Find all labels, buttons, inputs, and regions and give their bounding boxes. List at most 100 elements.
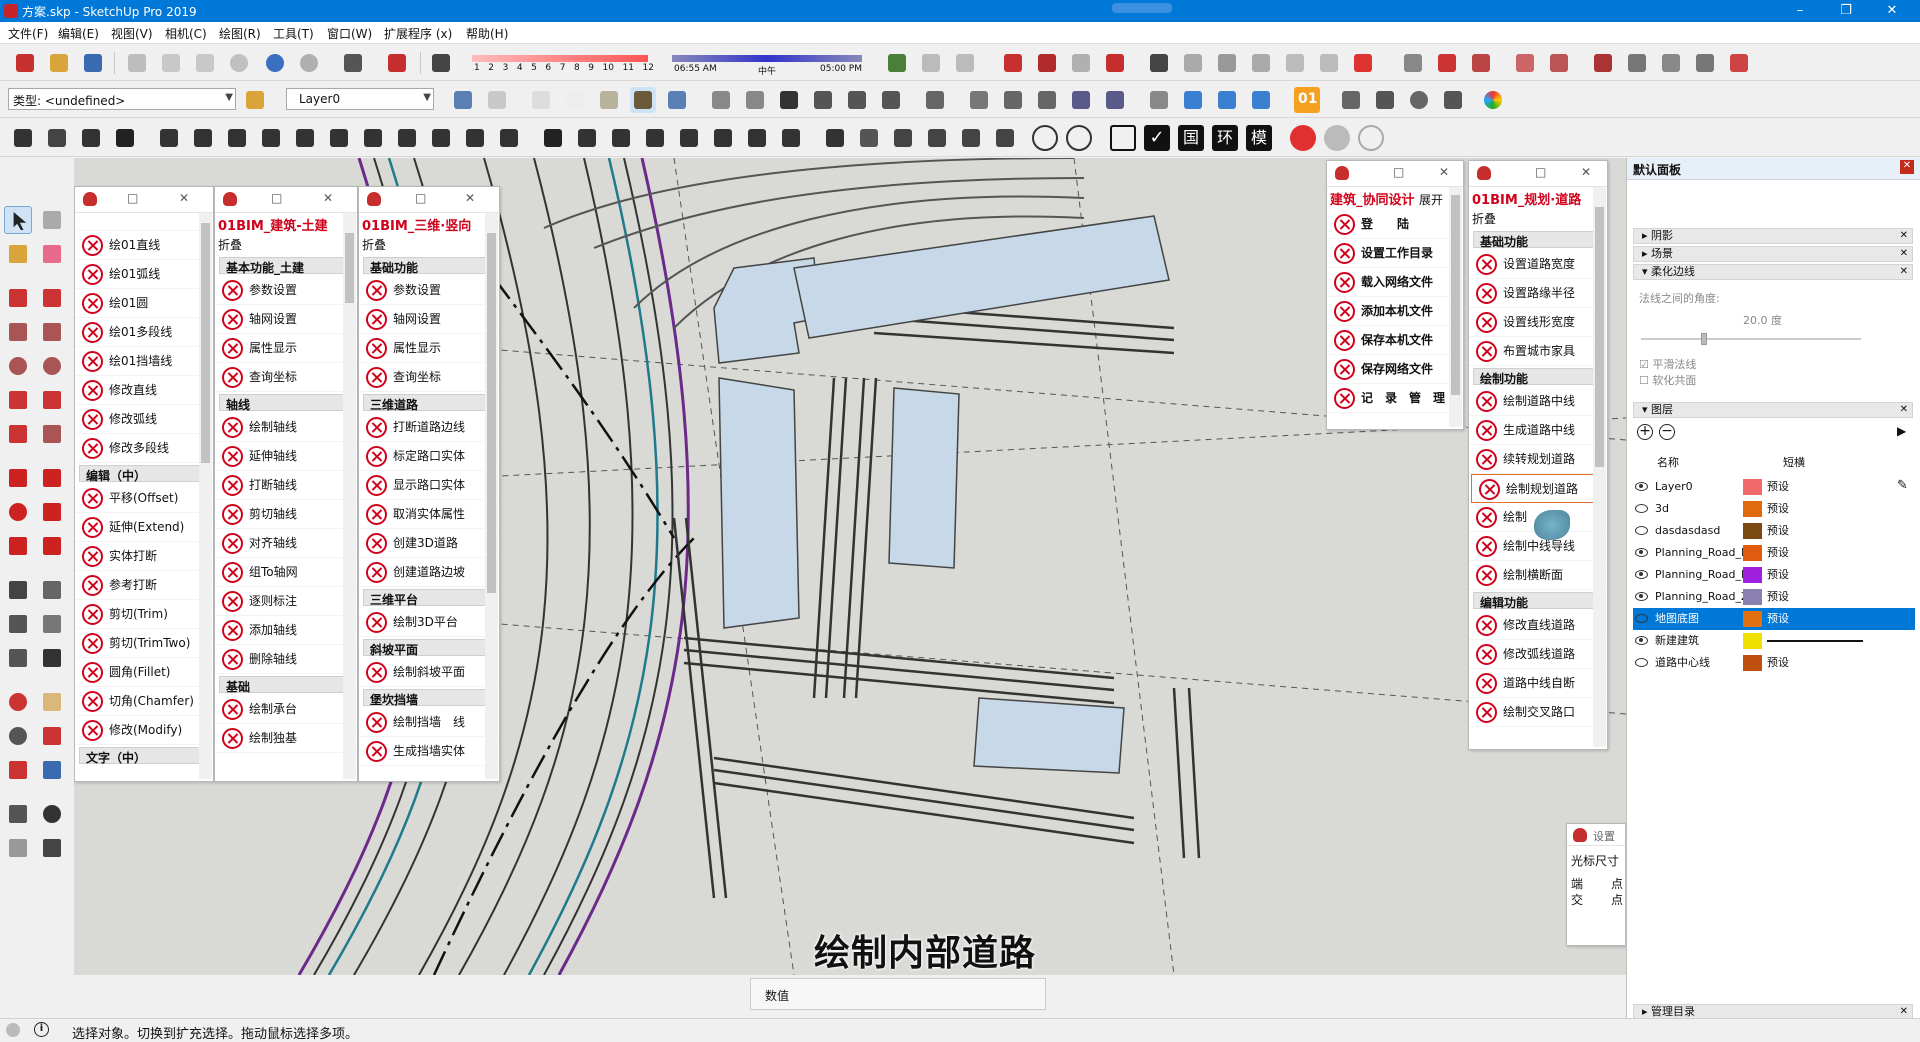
sandbox-5-icon[interactable]: [1590, 50, 1616, 76]
shaded-textures-icon[interactable]: [630, 87, 656, 113]
layer-color-swatch[interactable]: [1743, 567, 1762, 583]
section-header[interactable]: 基本功能_土建: [219, 257, 353, 275]
shadow-month-slider[interactable]: 1 2 3 4 5 6 7 8 9 10 11 12: [468, 51, 658, 77]
section-header[interactable]: 编辑功能: [1473, 592, 1603, 610]
plugin-tool-1-icon[interactable]: [10, 125, 36, 151]
layer-row[interactable]: Planning_Road_HX 预设: [1633, 542, 1915, 564]
text-button-3[interactable]: 模: [1246, 125, 1272, 151]
axes-icon[interactable]: [1146, 87, 1172, 113]
back-edges-icon[interactable]: [484, 87, 510, 113]
package-icon[interactable]: [1338, 87, 1364, 113]
fold-toggle[interactable]: 折叠: [215, 236, 357, 255]
list-item[interactable]: 剪切(Trim): [75, 600, 213, 629]
position-camera-icon[interactable]: [4, 800, 32, 828]
scrollbar[interactable]: [1449, 187, 1462, 427]
follow-me-icon[interactable]: [38, 498, 66, 526]
list-item[interactable]: 圆角(Fillet): [75, 658, 213, 687]
list-item[interactable]: 属性显示: [359, 334, 499, 363]
cloud-icon[interactable]: [1406, 87, 1432, 113]
list-item[interactable]: 剪切轴线: [215, 500, 357, 529]
list-item[interactable]: 保存本机文件: [1327, 326, 1463, 355]
camera-3-icon[interactable]: [1214, 50, 1240, 76]
list-item[interactable]: 显示路口实体: [359, 471, 499, 500]
freehand-icon[interactable]: [38, 284, 66, 312]
close-button[interactable]: ✕: [1872, 2, 1912, 20]
line-tool-icon[interactable]: [4, 284, 32, 312]
orbit-icon[interactable]: [4, 688, 32, 716]
component-icon[interactable]: [922, 87, 948, 113]
menu-tools[interactable]: 工具(T): [273, 25, 314, 42]
redo-icon[interactable]: [296, 50, 322, 76]
plugin-tool-24-icon[interactable]: [822, 125, 848, 151]
section-plane-icon[interactable]: [1180, 87, 1206, 113]
component-4-icon[interactable]: [1034, 87, 1060, 113]
measurements-box[interactable]: 数值: [750, 978, 1046, 1010]
list-item[interactable]: 绘01挡墙线: [75, 347, 213, 376]
list-item[interactable]: 取消实体属性: [359, 500, 499, 529]
plugin-tool-8-icon[interactable]: [258, 125, 284, 151]
layer-row[interactable]: 地图底图 预设: [1633, 608, 1915, 630]
scale-icon[interactable]: [4, 532, 32, 560]
plugin-tool-22-icon[interactable]: [744, 125, 770, 151]
list-item[interactable]: 轴网设置: [215, 305, 357, 334]
geo-location-icon[interactable]: [884, 50, 910, 76]
arc-icon[interactable]: [4, 386, 32, 414]
plugin-tool-4-icon[interactable]: [112, 125, 138, 151]
list-item[interactable]: 剪切(TrimTwo): [75, 629, 213, 658]
add-location-icon[interactable]: [918, 50, 944, 76]
plugin-tool-13-icon[interactable]: [428, 125, 454, 151]
hidden-line-icon[interactable]: [562, 87, 588, 113]
delete-layer-icon[interactable]: −: [1659, 424, 1675, 440]
text-tool-icon[interactable]: [38, 610, 66, 638]
layer-color-swatch[interactable]: [1743, 633, 1762, 649]
visibility-eye-icon[interactable]: [1635, 526, 1648, 535]
protractor-icon[interactable]: [4, 610, 32, 638]
geo-status-icon[interactable]: [6, 1023, 20, 1037]
layer-color-swatch[interactable]: [1743, 523, 1762, 539]
plugin-tool-28-icon[interactable]: [958, 125, 984, 151]
plugin-01-button[interactable]: 01: [1294, 87, 1320, 113]
type-combo[interactable]: 类型: <undefined> ▼: [8, 88, 236, 110]
list-item[interactable]: 延伸轴线: [215, 442, 357, 471]
layer-combo[interactable]: Layer0 ▼: [286, 88, 434, 110]
layer-color-swatch[interactable]: [1743, 655, 1762, 671]
list-item[interactable]: 参数设置: [359, 276, 499, 305]
component-3-icon[interactable]: [1000, 87, 1026, 113]
plugin-tool-3-icon[interactable]: [78, 125, 104, 151]
share-model-icon[interactable]: [1034, 50, 1060, 76]
component-2-icon[interactable]: [966, 87, 992, 113]
walk-icon[interactable]: [1400, 50, 1426, 76]
xray-style-icon[interactable]: [450, 87, 476, 113]
list-item[interactable]: 切角(Chamfer): [75, 687, 213, 716]
list-item[interactable]: 绘制承台: [215, 695, 357, 724]
menu-file[interactable]: 文件(F): [8, 25, 48, 42]
plugin-gray-circle-icon[interactable]: [1324, 125, 1350, 151]
sandbox-4-icon[interactable]: [1546, 50, 1572, 76]
eraser-icon[interactable]: [38, 240, 66, 268]
list-item[interactable]: 修改弧线: [75, 405, 213, 434]
fold-toggle[interactable]: 折叠: [1469, 210, 1607, 229]
iso-view-icon[interactable]: [708, 87, 734, 113]
menu-window[interactable]: 窗口(W): [327, 25, 372, 42]
plugin-red-circle-icon[interactable]: [1290, 125, 1316, 151]
polygon-icon[interactable]: [38, 352, 66, 380]
select-arrow-icon[interactable]: [4, 206, 32, 234]
plugin-tool-29-icon[interactable]: [992, 125, 1018, 151]
list-item[interactable]: 实体打断: [75, 542, 213, 571]
list-item[interactable]: 属性显示: [215, 334, 357, 363]
smooth-normals-checkbox[interactable]: ☑ 平滑法线: [1639, 356, 1696, 372]
list-item[interactable]: 绘01多段线: [75, 318, 213, 347]
list-item[interactable]: 设置线形宽度: [1469, 308, 1607, 337]
visibility-eye-icon[interactable]: [1635, 570, 1648, 579]
section-header[interactable]: 基础功能: [363, 257, 495, 275]
layer-linestyle[interactable]: 预设: [1767, 498, 1789, 520]
tray-shadows[interactable]: ▸ 阴影 ✕: [1633, 228, 1913, 244]
paint-bucket-icon[interactable]: [242, 87, 268, 113]
camera-icon[interactable]: [1146, 50, 1172, 76]
list-item[interactable]: 绘制道路中线: [1469, 387, 1607, 416]
expand-toggle[interactable]: 展开: [1419, 193, 1443, 207]
plugin-tool-21-icon[interactable]: [710, 125, 736, 151]
sandbox-7-icon[interactable]: [1658, 50, 1684, 76]
section-plane-tool-icon[interactable]: [38, 834, 66, 862]
checkbox-icon[interactable]: ✓: [1144, 125, 1170, 151]
